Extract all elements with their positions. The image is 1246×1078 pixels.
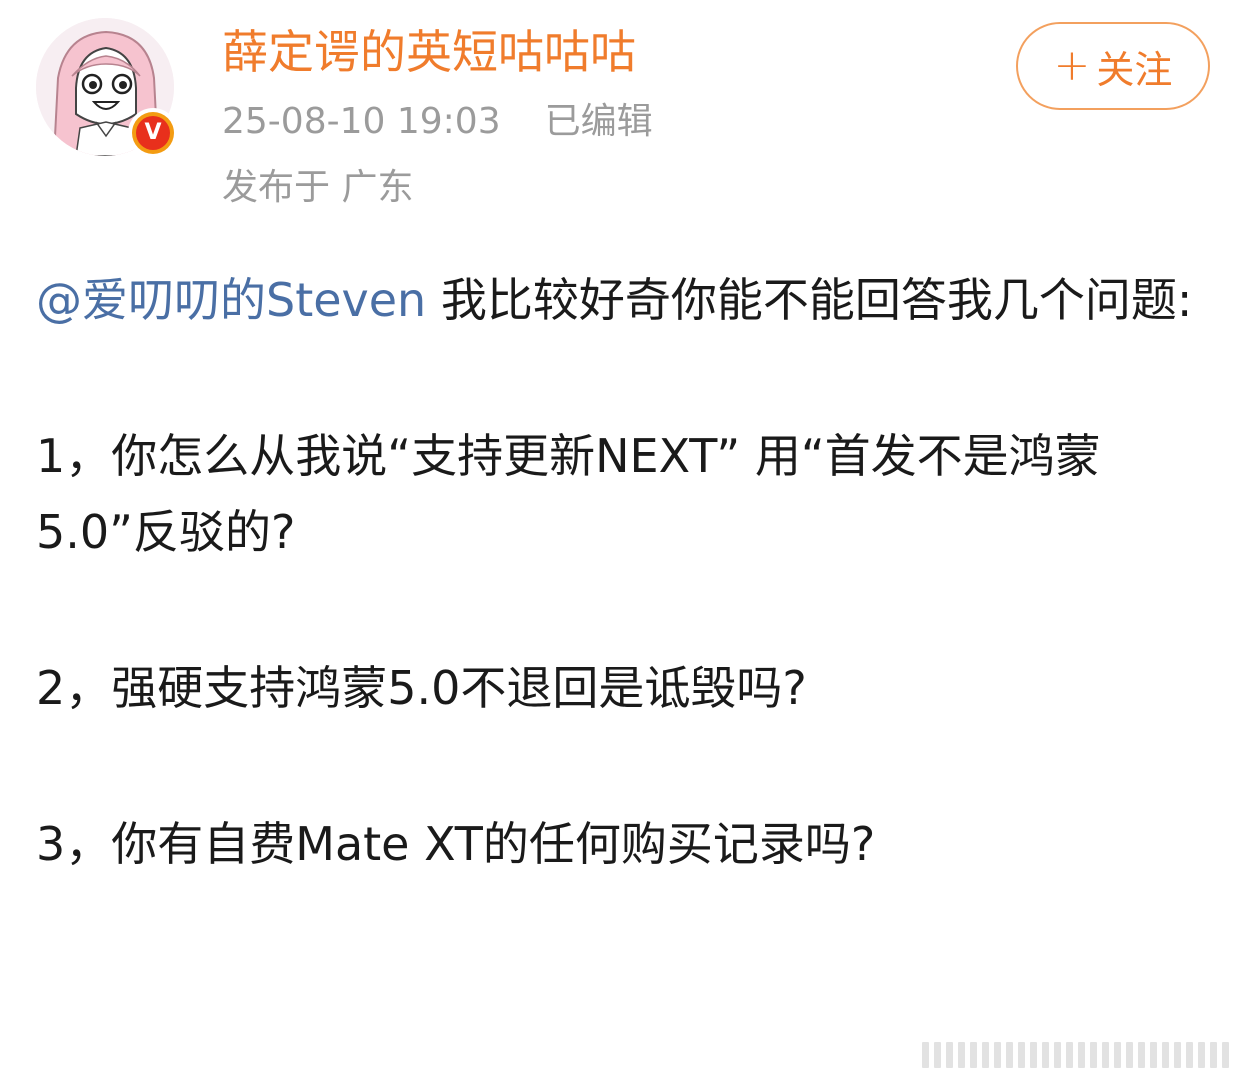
verified-badge-icon: V [128, 108, 178, 158]
question-3: 3，你有自费Mate XT的任何购买记录吗? [36, 817, 876, 871]
post-timestamp: 25-08-10 19:03 [222, 101, 501, 142]
plus-icon: + [1053, 40, 1091, 91]
post-location: 发布于 广东 [222, 167, 414, 208]
mention-link[interactable]: @爱叨叨的Steven [36, 273, 426, 327]
post-intro-text: 我比较好奇你能不能回答我几个问题: [426, 273, 1193, 327]
follow-button[interactable]: + 关注 [1016, 22, 1210, 110]
post-header: V 薛定谔的英短咕咕咕 25-08-10 19:03 已编辑 发布于 广东 + 关… [0, 0, 1246, 220]
edited-label[interactable]: 已编辑 [545, 101, 653, 142]
watermark-barcode [922, 1042, 1238, 1072]
question-1: 1，你怎么从我说“支持更新NEXT” 用“首发不是鸿蒙5.0”反驳的? [36, 429, 1101, 559]
question-2: 2，强硬支持鸿蒙5.0不退回是诋毁吗? [36, 661, 807, 715]
post-content: @爱叨叨的Steven 我比较好奇你能不能回答我几个问题: 1，你怎么从我说“支… [36, 262, 1216, 882]
post-intro: @爱叨叨的Steven 我比较好奇你能不能回答我几个问题: [36, 262, 1216, 338]
author-name[interactable]: 薛定谔的英短咕咕咕 [222, 22, 636, 82]
post-meta: 25-08-10 19:03 已编辑 [222, 98, 653, 146]
follow-button-label: 关注 [1096, 47, 1173, 92]
verified-badge-letter: V [136, 116, 170, 150]
